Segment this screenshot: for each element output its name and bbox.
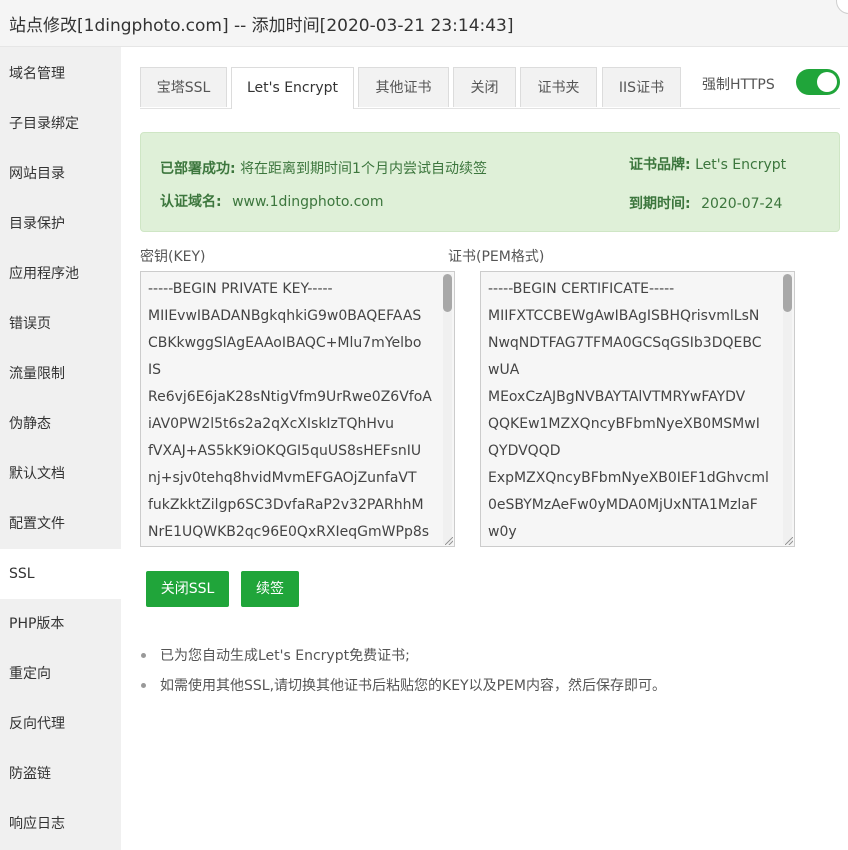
cert-scroll-thumb[interactable]: [783, 274, 792, 312]
renew-button[interactable]: 续签: [241, 571, 299, 607]
key-textarea[interactable]: -----BEGIN PRIVATE KEY----- MIIEvwIBADAN…: [140, 271, 455, 547]
window-titlebar: 站点修改[1dingphoto.com] -- 添加时间[2020-03-21 …: [0, 0, 848, 47]
tab-iis-cert[interactable]: IIS证书: [602, 67, 681, 107]
deployed-key: 已部署成功:: [160, 161, 236, 177]
cert-content: -----BEGIN CERTIFICATE----- MIIFXTCCBEWg…: [488, 278, 780, 546]
cert-line: w0y: [488, 524, 517, 540]
force-https-label: 强制HTTPS: [702, 77, 775, 93]
domain-key: 认证域名:: [160, 194, 222, 210]
cert-line: QQKEw1MZXQncyBFbmNyeXB0MSMwI: [488, 416, 760, 432]
domain-value: www.1dingphoto.com: [232, 194, 384, 210]
deployed-status: 已部署成功: 将在距离到期时间1个月内尝试自动续签: [160, 158, 487, 178]
sidebar-item-subdir-binding[interactable]: 子目录绑定: [0, 99, 121, 149]
brand-key: 证书品牌:: [629, 157, 691, 173]
key-line: iAV0PW2l5t6s2a2qXcXIskIzTQhHvu: [148, 416, 395, 432]
resize-grip-icon[interactable]: [785, 537, 793, 545]
key-content: -----BEGIN PRIVATE KEY----- MIIEvwIBADAN…: [148, 278, 440, 546]
cert-line: QYDVQQD: [488, 443, 561, 459]
key-label: 密钥(KEY): [140, 249, 206, 265]
key-scrollbar[interactable]: [443, 274, 452, 544]
sidebar-item-default-doc[interactable]: 默认文档: [0, 449, 121, 499]
cert-label: 证书(PEM格式): [448, 249, 545, 265]
key-line: fukZkktZilgp6SC3DvfaRaP2v32PARhhM: [148, 497, 424, 513]
key-line: NrE1UQWKB2qc96E0QxRXIeqGmWPp8s: [148, 524, 430, 540]
bullet-icon: [141, 653, 146, 658]
brand-status: 证书品牌: Let's Encrypt: [629, 154, 786, 174]
sidebar-item-php-version[interactable]: PHP版本: [0, 599, 121, 649]
sidebar-item-dir-protect[interactable]: 目录保护: [0, 199, 121, 249]
key-line: -----BEGIN PRIVATE KEY-----: [148, 281, 333, 297]
close-icon[interactable]: [836, 0, 848, 14]
sidebar-item-reverse-proxy[interactable]: 反向代理: [0, 699, 121, 749]
expire-status: 到期时间: 2020-07-24: [629, 193, 782, 213]
sidebar-item-domain[interactable]: 域名管理: [0, 49, 121, 99]
tab-bt-ssl[interactable]: 宝塔SSL: [140, 67, 227, 107]
expire-key: 到期时间:: [629, 196, 691, 212]
key-line: Re6vj6E6jaK28sNtigVfm9UrRwe0Z6VfoA: [148, 389, 432, 405]
cert-line: -----BEGIN CERTIFICATE-----: [488, 281, 675, 297]
key-line: IS: [148, 362, 162, 378]
cert-line: 0eSBYMzAeFw0yMDA0MjUxNTA1MzlaF: [488, 497, 758, 513]
key-line: nj+sjv0tehq8hvidMvmEFGAOjZunfaVT: [148, 470, 417, 486]
deployed-value: 将在距离到期时间1个月内尝试自动续签: [240, 161, 487, 177]
toggle-knob: [817, 72, 837, 92]
sidebar-item-rewrite[interactable]: 伪静态: [0, 399, 121, 449]
domain-status: 认证域名: www.1dingphoto.com: [160, 191, 384, 211]
cert-line: ExpMZXQncyBFbmNyeXB0IEF1dGhvcml: [488, 470, 769, 486]
cert-line: MIIFXTCCBEWgAwIBAgISBHQrisvmlLsN: [488, 308, 760, 324]
bullet-icon: [141, 683, 146, 688]
resize-grip-icon[interactable]: [445, 537, 453, 545]
sidebar-item-hotlink[interactable]: 防盗链: [0, 749, 121, 799]
sidebar-item-ssl[interactable]: SSL: [0, 549, 121, 599]
key-line: fVXAJ+AS5kK9iOKQGI5quUS8sHEFsnIU: [148, 443, 422, 459]
ssl-status-box: 已部署成功: 将在距离到期时间1个月内尝试自动续签 认证域名: www.1din…: [140, 132, 840, 232]
cert-line: MEoxCzAJBgNVBAYTAlVTMRYwFAYDV: [488, 389, 746, 405]
sidebar-item-redirect[interactable]: 重定向: [0, 649, 121, 699]
cert-line: wUA: [488, 362, 520, 378]
cert-scrollbar[interactable]: [783, 274, 792, 544]
sidebar-item-response-log[interactable]: 响应日志: [0, 799, 121, 849]
key-line: MIIEvwIBADANBgkqhkiG9w0BAQEFAAS: [148, 308, 422, 324]
tab-other-cert[interactable]: 其他证书: [358, 67, 449, 107]
expire-value: 2020-07-24: [701, 196, 783, 212]
window-title: 站点修改[1dingphoto.com] -- 添加时间[2020-03-21 …: [9, 16, 514, 36]
tab-close[interactable]: 关闭: [453, 67, 516, 107]
sidebar-item-traffic-limit[interactable]: 流量限制: [0, 349, 121, 399]
sidebar-item-site-dir[interactable]: 网站目录: [0, 149, 121, 199]
tab-cert-folder[interactable]: 证书夹: [520, 67, 597, 107]
cert-textarea[interactable]: -----BEGIN CERTIFICATE----- MIIFXTCCBEWg…: [480, 271, 795, 547]
sidebar-item-error-page[interactable]: 错误页: [0, 299, 121, 349]
key-scroll-thumb[interactable]: [443, 274, 452, 312]
brand-value: Let's Encrypt: [695, 157, 787, 173]
note-text: 如需使用其他SSL,请切换其他证书后粘贴您的KEY以及PEM内容，然后保存即可。: [160, 678, 666, 694]
close-ssl-button[interactable]: 关闭SSL: [146, 571, 229, 607]
sidebar-item-config-file[interactable]: 配置文件: [0, 499, 121, 549]
key-line: CBKkwggSlAgEAAoIBAQC+Mlu7mYelbo: [148, 335, 422, 351]
tab-lets-encrypt[interactable]: Let's Encrypt: [231, 67, 354, 109]
sidebar-item-app-pool[interactable]: 应用程序池: [0, 249, 121, 299]
sidebar: 域名管理 子目录绑定 网站目录 目录保护 应用程序池 错误页 流量限制 伪静态 …: [0, 47, 121, 850]
note-text: 已为您自动生成Let's Encrypt免费证书;: [160, 648, 410, 664]
cert-line: NwqNDTFAG7TFMA0GCSqGSIb3DQEBC: [488, 335, 762, 351]
force-https-toggle[interactable]: [796, 69, 840, 95]
